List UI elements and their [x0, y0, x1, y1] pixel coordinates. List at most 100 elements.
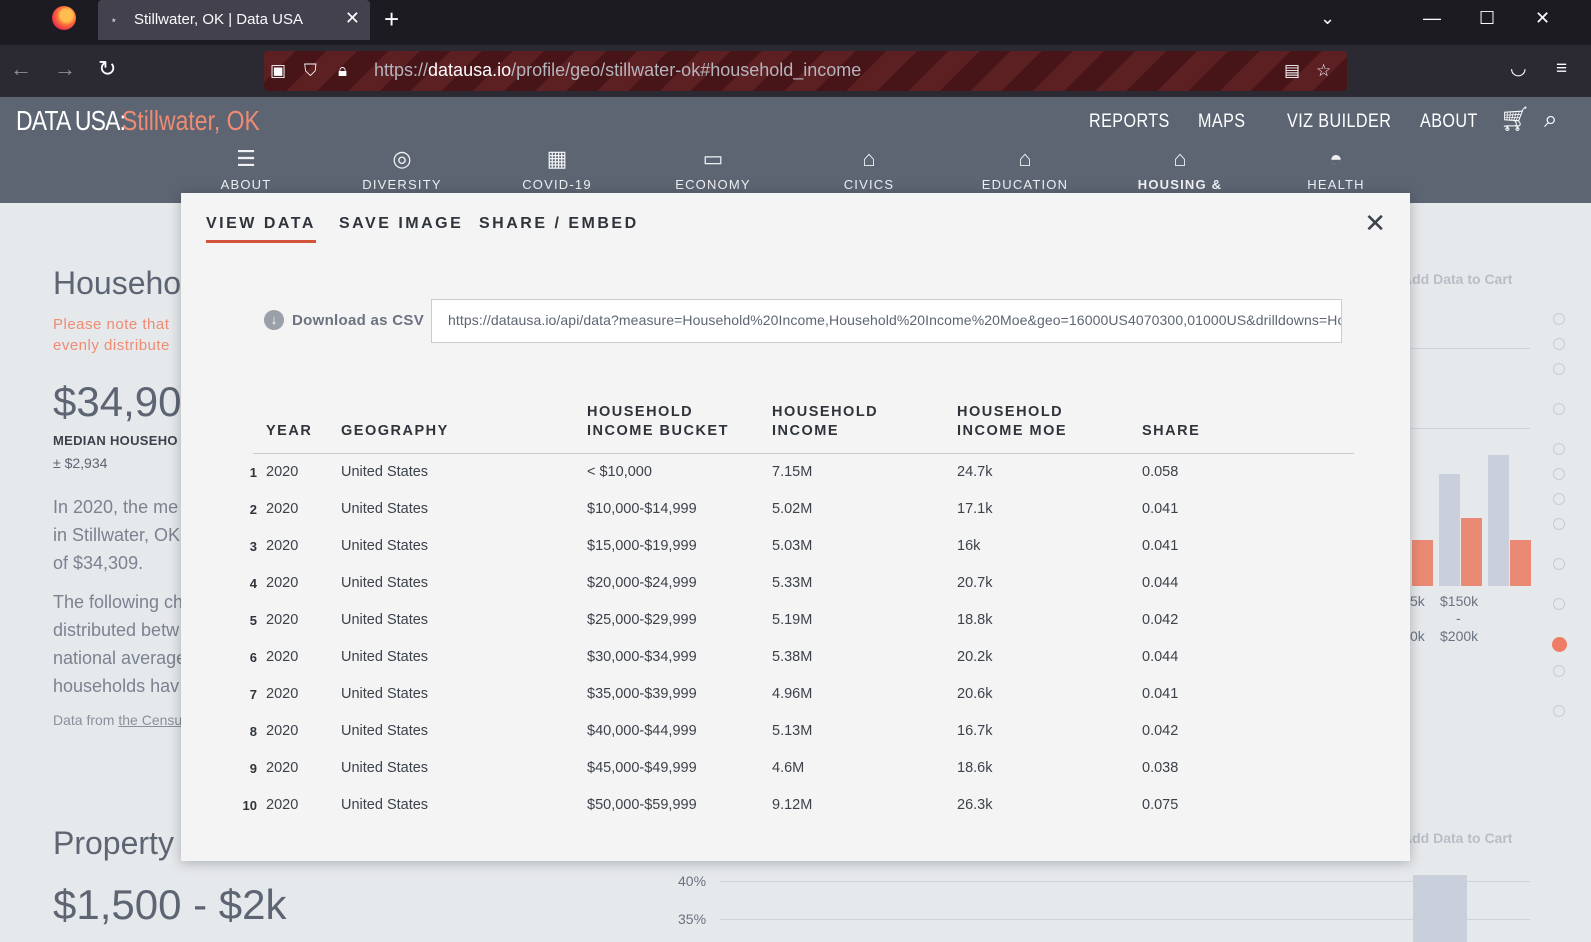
section-dot[interactable]: [1553, 338, 1565, 350]
household-income-cell: 5.38M: [772, 649, 813, 665]
add-data-to-cart-1[interactable]: Add Data to Cart: [1402, 271, 1512, 287]
chart-bar[interactable]: [1510, 540, 1531, 586]
chart-gridline: [1410, 348, 1530, 349]
chart-bar[interactable]: [1412, 540, 1433, 586]
tab-view-data[interactable]: VIEW DATA: [206, 215, 316, 243]
income-paragraph-2: The following ch distributed betw national…: [53, 592, 187, 696]
section-dot-active[interactable]: [1552, 637, 1567, 652]
section-dot[interactable]: [1553, 705, 1565, 717]
lock-icon[interactable]: 🔒︎: [338, 60, 347, 82]
income-bucket-cell: $45,000-$49,999: [587, 760, 697, 776]
income-paragraph-1: In 2020, the me in Stillwater, OK of $34,3…: [53, 497, 181, 573]
helmet-icon: ◓: [1329, 146, 1343, 171]
minimize-icon[interactable]: —: [1423, 8, 1441, 28]
subnav-covid-19[interactable]: ▦ COVID-19: [497, 147, 617, 193]
section-dot[interactable]: [1553, 493, 1565, 505]
capitol-icon: ⌂: [862, 146, 876, 171]
col-geography[interactable]: GEOGRAPHY: [328, 403, 574, 454]
section-dot[interactable]: [1553, 313, 1565, 325]
cart-icon[interactable]: 🛒︎: [1500, 107, 1530, 133]
app-menu-icon[interactable]: ≡: [1556, 58, 1567, 80]
download-csv-label[interactable]: Download as CSV: [292, 312, 424, 329]
house-icon: ⌂: [1173, 146, 1187, 171]
data-source: Data from the Censu: [53, 712, 183, 728]
year-cell: 8 2020: [250, 713, 328, 750]
pocket-icon[interactable]: ◡: [1510, 58, 1527, 80]
section-dot[interactable]: [1553, 518, 1565, 530]
subnav-diversity[interactable]: ◎ DIVERSITY: [342, 147, 462, 193]
table-row: 5 2020 United States $25,000-$29,999 5.19M 18…: [250, 602, 1354, 639]
subnav-health[interactable]: ◓ HEALTH: [1276, 146, 1396, 193]
add-data-to-cart-2[interactable]: Add Data to Cart: [1402, 830, 1512, 846]
view-data-modal: VIEW DATA SAVE IMAGE SHARE / EMBED ✕ ↓ D…: [181, 193, 1410, 861]
section-dot[interactable]: [1553, 403, 1565, 415]
firefox-logo-icon[interactable]: [52, 6, 76, 30]
chart-y-tick: 35%: [678, 911, 707, 927]
tab-share-embed[interactable]: SHARE / EMBED: [479, 215, 639, 233]
download-icon[interactable]: ↓: [264, 310, 284, 330]
subnav-education[interactable]: ⌂ EDUCATION: [965, 147, 1085, 193]
table-row: 10 2020 United States $50,000-$59,999 9.12M 2…: [243, 787, 1354, 824]
search-icon[interactable]: ⌕: [1544, 107, 1557, 133]
subnav-civics[interactable]: ⌂ CIVICS: [809, 146, 929, 193]
url-text[interactable]: https://datausa.io/profile/geo/stillwate…: [374, 60, 861, 81]
csv-url-field[interactable]: https://datausa.io/api/data?measure=Hous…: [431, 299, 1342, 343]
section-dot[interactable]: [1553, 468, 1565, 480]
url-bar[interactable]: ▣ ⛉ 🔒︎ https://datausa.io/profile/geo/st…: [264, 51, 1347, 91]
subnav-about[interactable]: ☰ ABOUT: [186, 147, 306, 193]
back-icon[interactable]: ←: [10, 57, 32, 81]
geography-cell: United States: [341, 501, 429, 517]
bookmark-star-icon[interactable]: ☆: [1316, 60, 1331, 82]
household-income-cell: 5.19M: [772, 612, 813, 628]
maximize-icon[interactable]: ☐: [1479, 8, 1495, 28]
table-header-row: YEAR GEOGRAPHY HOUSEHOLD INCOME BUCKET H…: [253, 403, 1354, 454]
nav-about[interactable]: ABOUT: [1420, 111, 1478, 133]
col-share[interactable]: SHARE: [1129, 403, 1354, 454]
private-browsing-icon: ▣: [270, 61, 287, 80]
section-dot[interactable]: [1553, 443, 1565, 455]
chart-bar[interactable]: [1488, 455, 1509, 586]
share-cell: 0.058: [1142, 464, 1179, 481]
share-cell: 0.041: [1142, 501, 1179, 517]
chart-bar[interactable]: [1439, 474, 1460, 586]
section-dot[interactable]: [1553, 363, 1565, 375]
reader-view-icon[interactable]: ▤: [1284, 60, 1300, 82]
reload-icon[interactable]: ↻: [98, 57, 116, 81]
col-household-income[interactable]: HOUSEHOLD INCOME: [759, 403, 944, 454]
modal-close-icon[interactable]: ✕: [1364, 209, 1386, 237]
table-row: 7 2020 United States $35,000-$39,999 4.96M 20…: [250, 676, 1354, 713]
tracking-shield-icon[interactable]: ⛉: [304, 60, 317, 82]
window-close-icon[interactable]: ✕: [1535, 8, 1550, 28]
section-title-household-income: Househo: [53, 265, 182, 301]
nav-maps[interactable]: MAPS: [1198, 111, 1245, 133]
site-header: DATA USA: Stillwater, OK REPORTS MAPS VI…: [0, 97, 1591, 207]
median-income-stat: $34,90: [53, 378, 182, 425]
share-cell: 0.041: [1142, 538, 1179, 554]
tab-list-chevron-icon[interactable]: ⌄: [1320, 8, 1335, 28]
section-dot[interactable]: [1553, 665, 1565, 677]
property-tax-stat: $1,500 - $2k: [53, 881, 287, 928]
col-income-moe[interactable]: HOUSEHOLD INCOME MOE: [944, 403, 1129, 454]
new-tab-icon[interactable]: +: [384, 4, 399, 34]
col-income-bucket[interactable]: HOUSEHOLD INCOME BUCKET: [574, 403, 759, 454]
chart-bar[interactable]: [1413, 875, 1467, 942]
share-cell: 0.044: [1142, 575, 1179, 591]
year-cell: 1 2020: [250, 454, 328, 491]
browser-tab-active[interactable]: ⋆ Stillwater, OK | Data USA ✕: [98, 0, 370, 40]
chart-bar[interactable]: [1461, 518, 1482, 586]
tab-save-image[interactable]: SAVE IMAGE: [339, 215, 463, 233]
datausa-logo[interactable]: DATA USA:: [16, 105, 126, 137]
nav-reports[interactable]: REPORTS: [1089, 111, 1170, 133]
household-income-cell: 5.13M: [772, 723, 813, 739]
tab-close-icon[interactable]: ✕: [345, 8, 360, 28]
nav-viz-builder[interactable]: VIZ BUILDER: [1287, 111, 1391, 133]
income-bucket-cell: $50,000-$59,999: [587, 797, 697, 813]
col-year[interactable]: YEAR: [253, 403, 328, 454]
subnav-economy[interactable]: ▭ ECONOMY: [653, 147, 773, 193]
section-dot[interactable]: [1553, 558, 1565, 570]
row-number: 10: [242, 797, 257, 813]
source-link[interactable]: the Censu: [118, 712, 182, 728]
forward-icon[interactable]: →: [54, 57, 76, 81]
year-cell: 4 2020: [250, 565, 328, 602]
section-dot[interactable]: [1553, 598, 1565, 610]
